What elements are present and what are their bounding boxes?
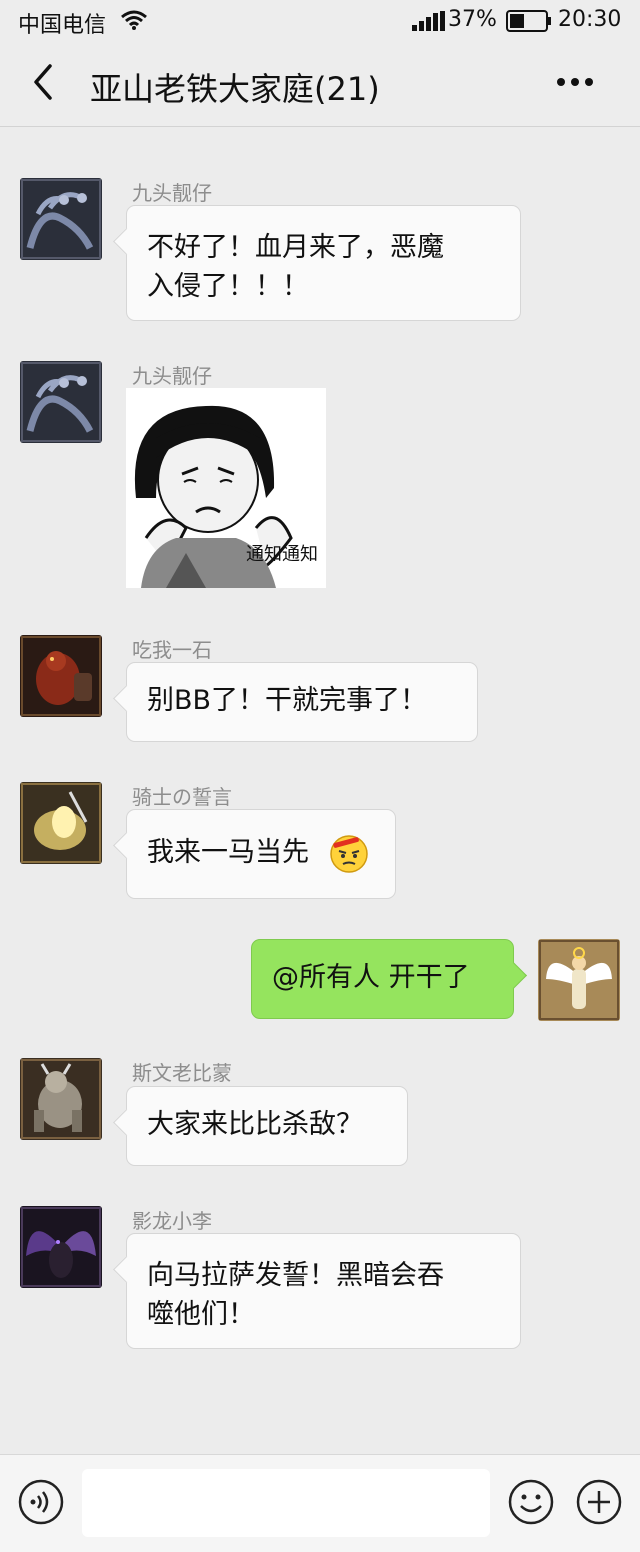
signal-icon — [412, 11, 445, 31]
clock: 20:30 — [558, 7, 622, 32]
emoji-icon[interactable] — [508, 1479, 554, 1525]
message-text: 向马拉萨发誓！黑暗会吞 — [147, 1260, 444, 1291]
annoyed-face-emoji — [330, 835, 368, 873]
my-message-bubble[interactable]: @所有人 开干了 — [251, 939, 514, 1019]
chevron-left-icon[interactable] — [26, 62, 66, 102]
message-text: @所有人 开干了 — [272, 962, 470, 993]
battery-icon — [506, 10, 551, 32]
message-bubble[interactable]: 大家来比比杀敌？ — [126, 1086, 408, 1166]
angel-avatar[interactable] — [538, 939, 620, 1021]
message-text: 我来一马当先 — [147, 837, 309, 868]
chat-header: 亚山老铁大家庭(21) — [0, 40, 640, 127]
sender-name: 九头靓仔 — [132, 364, 212, 388]
behemoth-avatar[interactable] — [20, 1058, 102, 1140]
chat-input-bar — [0, 1454, 640, 1552]
sender-name: 吃我一石 — [132, 638, 212, 662]
sender-name: 骑士の誓言 — [132, 785, 232, 809]
sender-name: 九头靓仔 — [132, 181, 212, 205]
sticker-caption: 通知通知 — [246, 544, 318, 565]
hydra-avatar[interactable] — [20, 178, 102, 260]
message-bubble[interactable]: 我来一马当先 — [126, 809, 396, 899]
hydra-avatar[interactable] — [20, 361, 102, 443]
message-text: 别BB了！干就完事了！ — [147, 685, 428, 716]
plus-icon[interactable] — [576, 1479, 622, 1525]
message-text: 大家来比比杀敌？ — [147, 1109, 363, 1140]
carrier-name: 中国电信 — [18, 13, 107, 38]
status-bar: 中国电信 37% 20:30 — [0, 0, 640, 40]
message-text: 不好了！血月来了，恶魔 — [147, 232, 444, 263]
message-bubble[interactable]: 向马拉萨发誓！黑暗会吞 噬他们！ — [126, 1233, 521, 1349]
message-text: 入侵了！！！ — [147, 271, 309, 302]
message-input[interactable] — [82, 1469, 490, 1537]
shadow-dragon-avatar[interactable] — [20, 1206, 102, 1288]
chat-title: 亚山老铁大家庭(21) — [90, 70, 380, 108]
message-bubble[interactable]: 别BB了！干就完事了！ — [126, 662, 478, 742]
sender-name: 影龙小李 — [132, 1209, 212, 1233]
golem-avatar[interactable] — [20, 635, 102, 717]
sender-name: 斯文老比蒙 — [132, 1061, 232, 1085]
voice-icon[interactable] — [18, 1479, 64, 1525]
message-text: 噬他们！ — [147, 1299, 255, 1330]
battery-percent: 37% — [448, 7, 497, 32]
wifi-icon — [121, 10, 147, 30]
sticker-image[interactable]: 通知通知 — [126, 388, 326, 588]
more-dots-icon[interactable] — [550, 62, 600, 102]
message-bubble[interactable]: 不好了！血月来了，恶魔 入侵了！！！ — [126, 205, 521, 321]
knight-avatar[interactable] — [20, 782, 102, 864]
